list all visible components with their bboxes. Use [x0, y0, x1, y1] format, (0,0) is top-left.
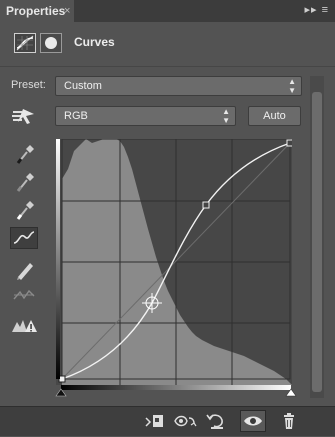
scrollbar-thumb[interactable]: [312, 92, 322, 392]
preset-value: Custom: [64, 80, 102, 92]
close-tab-icon[interactable]: ×: [64, 0, 74, 22]
channel-value: RGB: [64, 110, 88, 122]
properties-tab[interactable]: Properties: [0, 0, 74, 22]
view-previous-state-icon[interactable]: [172, 410, 198, 432]
sample-black-point-icon[interactable]: [10, 143, 38, 165]
preset-label: Preset:: [11, 79, 46, 91]
dropdown-arrows-icon: ▲ ▼: [288, 77, 296, 95]
panel-tab-bar: Properties × ▸▸ ≡: [0, 0, 335, 22]
toggle-visibility-icon[interactable]: [240, 410, 266, 432]
delete-adjustment-icon[interactable]: [276, 410, 302, 432]
sample-gray-point-icon[interactable]: [10, 171, 38, 193]
sample-white-point-icon[interactable]: [10, 199, 38, 221]
curve-point[interactable]: [286, 139, 292, 147]
preset-dropdown[interactable]: Custom ▲ ▼: [55, 76, 302, 96]
clip-to-layer-icon[interactable]: [142, 410, 168, 432]
edit-points-curve-icon[interactable]: [10, 227, 38, 249]
reset-adjustments-icon[interactable]: [203, 410, 229, 432]
white-point-slider[interactable]: [285, 388, 297, 397]
divider: [0, 66, 335, 67]
curves-graph[interactable]: [56, 139, 292, 385]
draw-curve-pencil-icon[interactable]: [10, 258, 38, 280]
auto-button[interactable]: Auto: [248, 106, 301, 126]
curve-point[interactable]: [202, 201, 210, 209]
layer-mask-icon[interactable]: [40, 33, 62, 53]
properties-panel: Properties × ▸▸ ≡ Curves Preset: Custom …: [0, 0, 335, 436]
curves-adjustment-icon[interactable]: [14, 33, 36, 53]
smooth-curve-icon[interactable]: [10, 284, 38, 306]
properties-tab-label: Properties: [6, 4, 66, 18]
panel-menu-icon[interactable]: ▸▸ ≡: [304, 3, 329, 19]
dropdown-arrows-icon: ▲ ▼: [222, 107, 230, 125]
adjustment-title: Curves: [74, 35, 115, 49]
on-image-adjust-icon[interactable]: [10, 105, 38, 127]
input-sliders[interactable]: [54, 388, 298, 398]
channel-dropdown[interactable]: RGB ▲ ▼: [55, 106, 236, 126]
clipping-warning-icon[interactable]: [10, 314, 38, 336]
black-point-slider[interactable]: [55, 388, 67, 397]
output-gradient: [56, 139, 60, 379]
auto-button-label: Auto: [263, 110, 286, 122]
